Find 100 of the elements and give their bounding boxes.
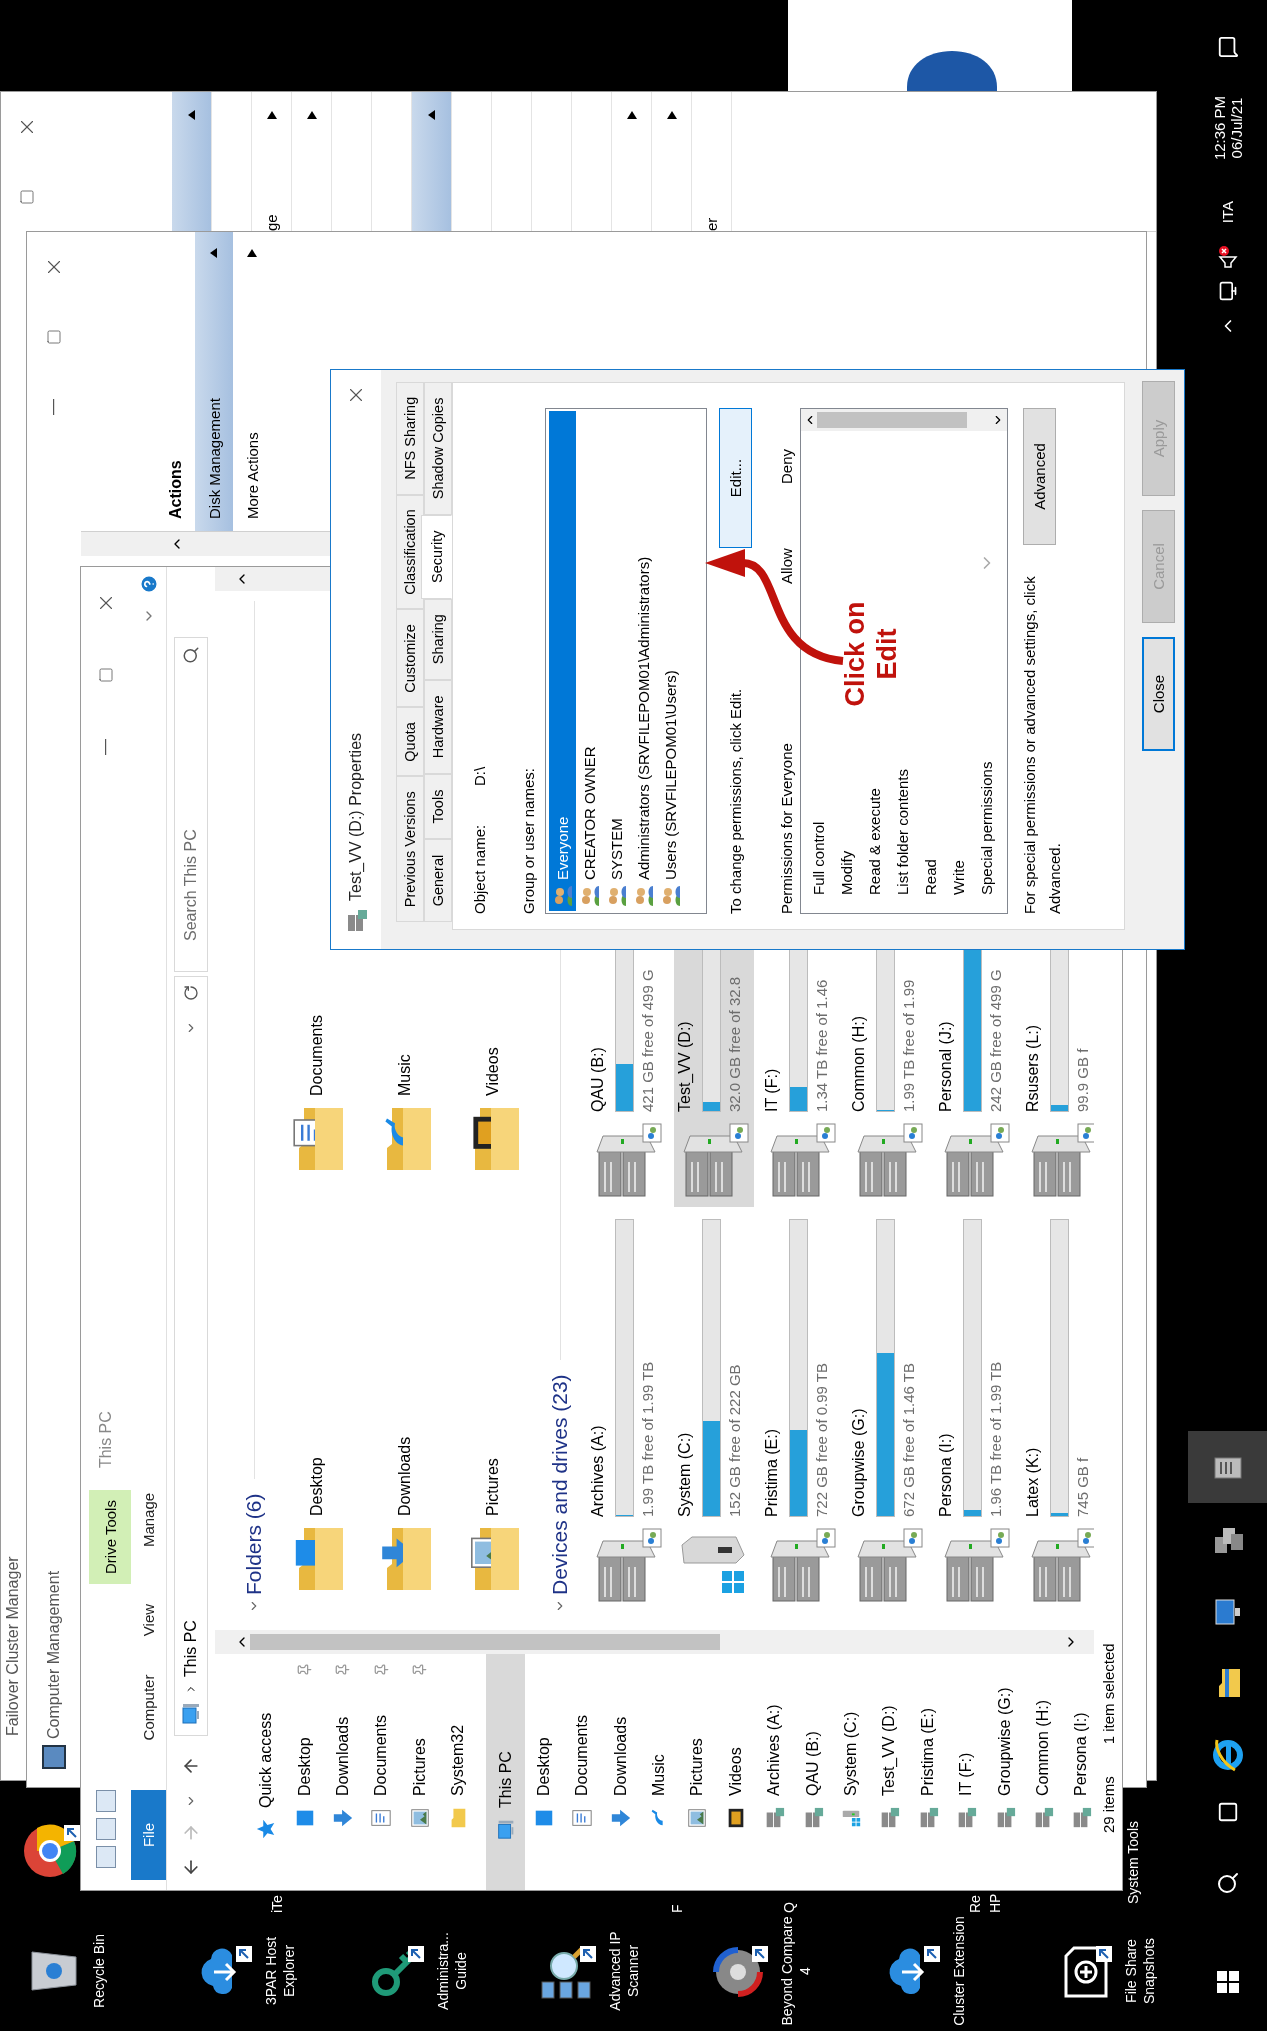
dialog-title: Test_VV (D:) Properties [347,732,365,901]
collapse-icon[interactable] [209,248,219,258]
nav-item[interactable]: Pristima (E:) [908,1654,948,1890]
pin-icon[interactable] [297,1662,313,1677]
submenu-arrow-icon[interactable] [306,110,317,120]
tab[interactable]: Tools [424,773,452,840]
input-language-button[interactable]: ITA [1188,184,1267,240]
folder-label[interactable]: Music [396,1054,414,1096]
file-menu-button[interactable]: File [131,1790,166,1880]
nav-item[interactable]: This PC [486,1654,525,1890]
group-item[interactable]: Administrators (SRVFILEPOM01\Administrators) [630,411,657,911]
nav-item[interactable]: Documents [563,1654,602,1890]
pin-icon[interactable] [412,1662,428,1677]
action-row[interactable]: More Actions [233,232,271,531]
desktop-icon-label[interactable]: File Share Snapshots [1122,1915,1158,2027]
nav-item[interactable]: IT (F:) [947,1654,986,1890]
desktop-icon-label[interactable]: System Tools [1124,1821,1142,1904]
folder-label[interactable]: Videos [484,1047,502,1096]
pin-icon[interactable] [373,1662,389,1677]
scrollbar[interactable] [215,1630,1094,1654]
properties-icon[interactable] [96,1846,116,1868]
tab[interactable]: Customize [396,609,424,708]
drive-tile[interactable]: Latex (K:) 745 GB f [1022,1207,1094,1612]
drive-tile[interactable]: Archives (A:) 1.99 TB free of 1.99 TB [587,1207,667,1612]
tab[interactable]: Shadow Copies [424,381,452,515]
nav-item[interactable]: Videos [716,1654,756,1890]
nav-item[interactable]: Archives (A:) [755,1654,794,1890]
tab[interactable]: Quota [396,707,424,777]
nav-item[interactable]: Desktop [285,1654,324,1890]
desktop-icon-label[interactable]: Q [780,1902,798,1913]
nav-item[interactable]: Desktop [524,1654,564,1890]
submenu-arrow-icon[interactable] [266,110,277,120]
tab[interactable]: Hardware [424,679,452,774]
folder-label[interactable]: Desktop [308,1457,326,1516]
pin-icon[interactable] [335,1662,351,1677]
drive-tile[interactable]: Persona (I:) 1.96 TB free of 1.99 TB [935,1207,1015,1612]
desktop-icon-label[interactable]: F [668,1904,686,1913]
desktop-icon-label[interactable]: Advanced IP Scanner [606,1915,642,2027]
scroll-thumb[interactable] [817,412,967,428]
taskbar-app[interactable] [1188,1431,1267,1503]
desktop-icon-label[interactable]: Cluster Extension [950,1915,968,2027]
tab[interactable]: Classification [396,494,424,610]
nav-item[interactable]: Test_VV (D:) [870,1654,909,1890]
refresh-icon[interactable] [183,985,199,1001]
nav-item[interactable]: Downloads [601,1654,640,1890]
tab[interactable]: Sharing [424,598,452,680]
submenu-arrow-icon[interactable] [626,110,637,120]
folder-label[interactable]: Pictures [484,1458,502,1516]
nav-item[interactable]: Persona (I:) [1062,1654,1094,1890]
nav-item[interactable]: Groupwise (G:) [985,1654,1024,1890]
actions-header[interactable]: Disk Management [195,232,233,531]
scroll-thumb[interactable] [250,1634,720,1650]
tab[interactable]: Security [421,514,452,599]
address-bar[interactable]: This PC [174,976,208,1736]
desktop-icon-label[interactable]: HP [986,1893,1004,1913]
drive-tile[interactable]: Pristima (E:) 722 GB free of 0.99 TB [761,1207,841,1612]
nav-item[interactable]: QAU (B:) [793,1654,832,1890]
desktop-icon-label[interactable]: Re [966,1895,984,1913]
collapse-icon[interactable] [186,110,197,120]
ribbon-tab[interactable]: Computer [131,1660,166,1755]
nav-item[interactable]: Quick access [247,1654,286,1890]
desktop-icon-label[interactable]: Recycle Bin [90,1915,108,2027]
clock[interactable]: 12:36 PM 06/Jul/21 [1188,78,1267,178]
group-item[interactable]: SYSTEM [603,411,630,911]
ribbon-tab[interactable]: Manage [131,1470,166,1570]
submenu-arrow-icon[interactable] [247,248,257,258]
advanced-button[interactable]: Advanced [1023,408,1056,545]
nav-item[interactable]: Music [639,1654,679,1890]
tab[interactable]: NFS Sharing [396,382,424,495]
scrollbar[interactable] [801,409,1007,431]
group-list[interactable]: Everyone CREATOR OWNER SYSTEM Administrators (SRVFILEPOM01\Administrators) Users (SRVFILEPOM01\Users) [545,408,707,914]
tab[interactable]: Previous Versions [396,776,424,922]
search-field[interactable]: Search This PC [174,637,208,972]
desktop-icon-label[interactable]: Beyond Compare 4 [778,1915,814,2027]
nav-item[interactable]: Documents [362,1654,401,1890]
nav-item[interactable]: System (C:) [831,1654,871,1890]
desktop-icon-label[interactable]: 3PAR Host Explorer [262,1915,298,2027]
nav-item[interactable]: Pictures [678,1654,717,1890]
folder-icon[interactable] [96,1818,116,1840]
maximize-icon [46,329,62,345]
group-item[interactable]: Everyone [549,411,576,911]
folder-label[interactable]: Downloads [396,1436,414,1516]
nav-item[interactable]: Downloads [323,1654,363,1890]
ribbon-tab[interactable]: View [131,1585,166,1655]
dialog-button[interactable]: Close [1142,637,1175,751]
collapse-icon[interactable] [426,110,437,120]
tab[interactable]: General [424,839,452,922]
window-title: This PC [97,1411,115,1469]
folder-label[interactable]: Documents [308,1015,326,1096]
submenu-arrow-icon[interactable] [666,110,677,120]
desktop-icon-label[interactable]: iTe [268,1895,286,1913]
group-item[interactable]: CREATOR OWNER [576,411,603,911]
nav-item[interactable]: Common (H:) [1023,1654,1063,1890]
drive-tile[interactable]: System (C:) 152 GB free of 222 GB [674,1207,754,1612]
nav-item[interactable]: System32 [438,1654,478,1890]
drive-tile[interactable]: Groupwise (G:) 672 GB free of 1.46 TB [848,1207,928,1612]
nav-item[interactable]: Pictures [400,1654,439,1890]
edit-button[interactable]: Edit... [719,408,752,548]
toolbar-dropdown-icon[interactable] [96,1790,116,1812]
desktop-icon-label[interactable]: Administra... Guide [434,1915,470,2027]
